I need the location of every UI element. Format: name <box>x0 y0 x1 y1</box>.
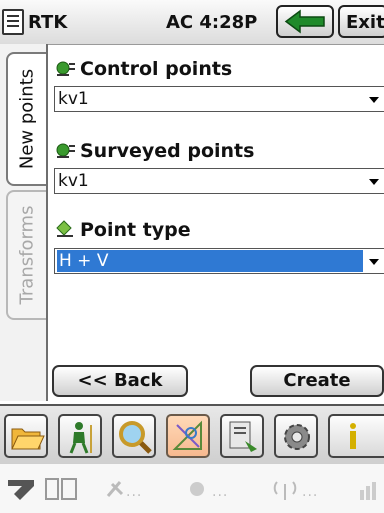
battery-icon <box>45 478 77 500</box>
export-button[interactable] <box>220 414 264 458</box>
point-type-icon <box>56 220 76 238</box>
open-folder-button[interactable] <box>4 414 48 458</box>
point-type-label-text: Point type <box>80 219 191 241</box>
info-icon <box>350 423 356 449</box>
survey-button[interactable] <box>58 414 102 458</box>
back-button[interactable]: << Back <box>52 365 188 397</box>
radio-antenna-icon <box>273 481 297 500</box>
control-points-icon <box>56 59 76 77</box>
magnifier-icon <box>119 421 152 454</box>
point-type-select[interactable]: H + V <box>54 248 384 274</box>
tab-transforms[interactable]: Transforms <box>6 190 46 320</box>
settings-button[interactable] <box>274 414 318 458</box>
radio-status: ... <box>302 484 319 500</box>
control-points-label-text: Control points <box>80 58 233 80</box>
surveyed-points-label-text: Surveyed points <box>80 140 255 162</box>
surveyed-points-icon <box>56 141 76 159</box>
satellite-status: ... <box>126 484 143 500</box>
surveyor-tripod-icon <box>69 422 92 454</box>
app-title: RTK <box>28 12 68 33</box>
bar-signal-icon <box>360 482 376 500</box>
menu-icon[interactable] <box>2 9 24 35</box>
green-arrow-left-icon <box>284 9 325 34</box>
tab-strip: New points Transforms <box>0 44 48 401</box>
control-points-value: kv1 <box>58 89 89 109</box>
chevron-down-icon <box>369 259 379 265</box>
status-bar: ... ... ... <box>0 464 384 513</box>
correction-link-icon <box>190 482 204 496</box>
gps-signal-icon <box>8 480 34 500</box>
main-toolbar <box>0 404 384 464</box>
data-export-icon <box>229 421 257 452</box>
point-type-value: H + V <box>57 250 363 272</box>
point-type-label: Point type <box>56 219 191 241</box>
tab-new-points-label: New points <box>16 68 38 170</box>
chevron-down-icon <box>369 179 379 185</box>
content-divider <box>46 44 48 401</box>
open-folder-icon <box>11 428 45 450</box>
settings-gear-icon <box>284 424 310 450</box>
chevron-down-icon <box>369 97 379 103</box>
back-arrow-button[interactable] <box>276 5 334 38</box>
surveyed-points-label: Surveyed points <box>56 140 254 162</box>
title-bar: RTK AC 4:28P Exit <box>0 0 384 45</box>
cogo-drawing-icon <box>172 420 202 450</box>
status-text: AC 4:28P <box>166 12 258 33</box>
tab-transforms-label: Transforms <box>16 205 38 305</box>
control-points-select[interactable]: kv1 <box>54 86 384 112</box>
surveyed-points-select[interactable]: kv1 <box>54 168 384 194</box>
search-button[interactable] <box>112 414 156 458</box>
control-points-label: Control points <box>56 58 232 80</box>
exit-button[interactable]: Exit <box>338 5 384 38</box>
correction-status: ... <box>212 484 229 500</box>
info-button[interactable] <box>328 414 384 458</box>
surveyed-points-value: kv1 <box>58 171 89 191</box>
cogo-button[interactable] <box>166 414 210 458</box>
tab-new-points[interactable]: New points <box>6 52 46 186</box>
create-button[interactable]: Create <box>250 365 384 397</box>
satellite-icon <box>106 481 124 497</box>
